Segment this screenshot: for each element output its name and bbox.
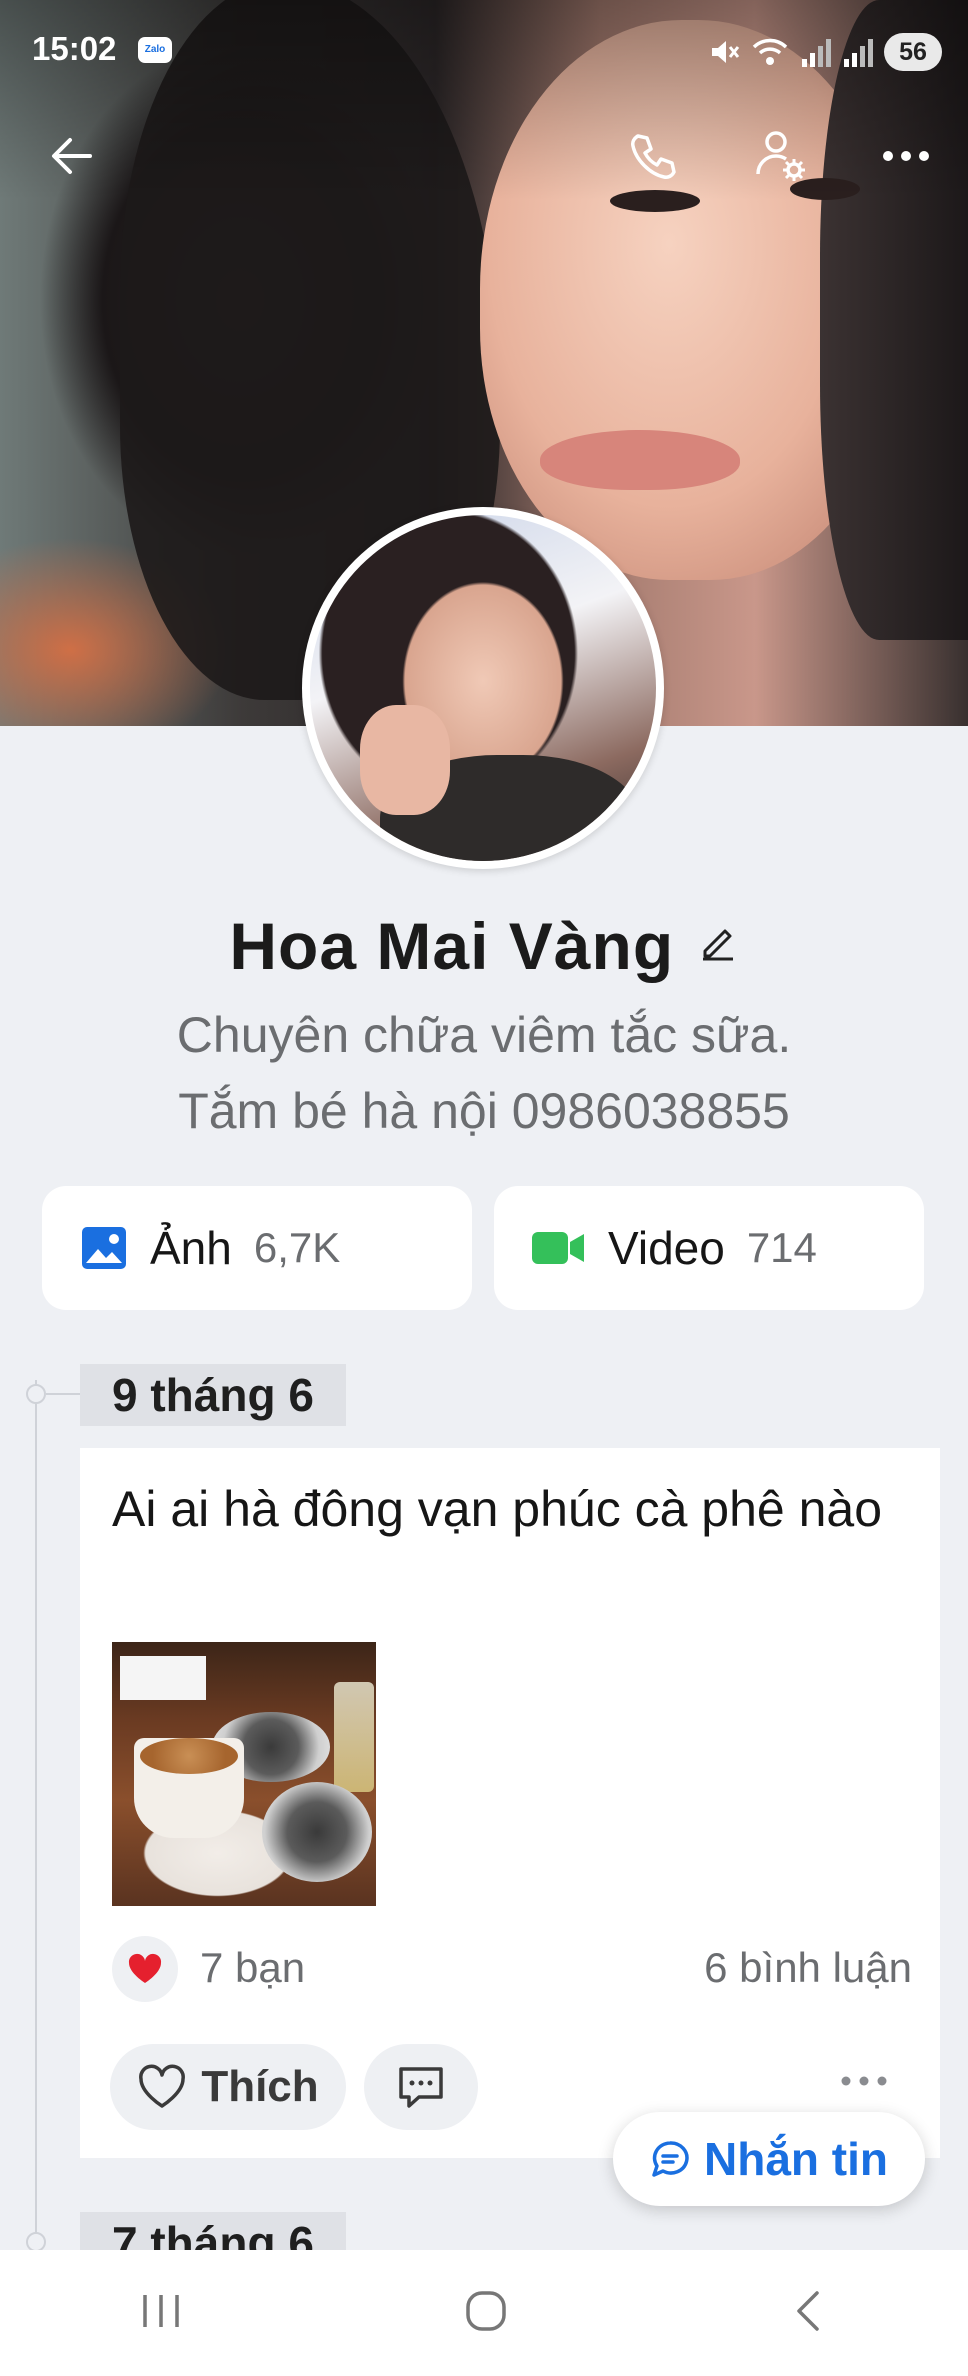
bio-line-1: Chuyên chữa viêm tắc sữa. [176, 1007, 792, 1063]
recent-apps-icon [143, 2294, 180, 2327]
videos-label: Video [608, 1222, 725, 1274]
videos-count: 714 [746, 1224, 817, 1271]
chevron-left-icon [796, 2290, 819, 2331]
user-gear-icon [756, 131, 805, 181]
message-button[interactable]: Nhắn tin [613, 2112, 925, 2206]
comment-button[interactable] [364, 2044, 478, 2130]
more-horizontal-icon [883, 151, 929, 161]
phone-icon [631, 134, 676, 179]
reactions-row: 7 bạn 6 bình luận [112, 1934, 912, 2004]
heart-filled-icon [128, 1953, 162, 1983]
cover-top-shade [0, 0, 968, 200]
reaction-bubble[interactable] [112, 1936, 178, 2002]
photo-coffee-foam [140, 1738, 238, 1774]
profile-name: Hoa Mai Vàng [229, 909, 675, 983]
photo-glass-shape [334, 1682, 374, 1792]
battery-indicator: 56 [884, 33, 942, 71]
post-more-button[interactable] [840, 2074, 888, 2092]
post-date-chip: 9 tháng 6 [80, 1364, 346, 1426]
like-button[interactable]: Thích [110, 2044, 346, 2130]
wifi-icon [752, 38, 788, 65]
avatar-photo [310, 515, 656, 861]
system-back-button[interactable] [789, 2287, 829, 2340]
home-button[interactable] [462, 2287, 510, 2340]
signal-icon-1 [802, 39, 831, 67]
photo-bowl-shape [262, 1782, 372, 1882]
videos-card[interactable]: Video 714 [494, 1186, 924, 1310]
arrow-left-icon [52, 138, 92, 174]
bio-line-2: Tắm bé hà nội 0986038855 [178, 1083, 790, 1139]
recent-apps-button[interactable] [139, 2291, 183, 2336]
edit-pencil-icon[interactable] [697, 921, 739, 963]
timeline-dot [26, 1384, 46, 1404]
comment-count[interactable]: 6 bình luận [704, 1944, 912, 1992]
home-icon [466, 2290, 506, 2331]
status-time: 15:02 [32, 30, 117, 67]
chat-bubble-icon [652, 2141, 689, 2177]
post-text: Ai ai hà đông vạn phúc cà phê nào [112, 1481, 883, 1537]
heart-outline-icon [139, 2064, 186, 2108]
reaction-count[interactable]: 7 bạn [200, 1944, 305, 1992]
message-label: Nhắn tin [704, 2133, 888, 2185]
signal-icon-2 [844, 39, 873, 67]
photo-napkin-shape [120, 1656, 206, 1700]
post-photo[interactable] [112, 1642, 376, 1906]
comment-bubble-icon [399, 2067, 443, 2108]
timeline-post[interactable]: Ai ai hà đông vạn phúc cà phê nào 7 bạn … [80, 1448, 940, 2158]
profile-name-row: Hoa Mai Vàng [0, 908, 968, 984]
photos-label: Ảnh [150, 1222, 232, 1274]
call-button[interactable] [622, 124, 686, 188]
status-icons: 56 [706, 32, 942, 72]
system-nav-bar [0, 2250, 968, 2376]
photos-count: 6,7K [253, 1224, 341, 1271]
timeline-dot [26, 2232, 46, 2252]
avatar-hand-shape [360, 705, 450, 815]
cover-lips [540, 430, 740, 490]
zalo-notification-icon: Zalo [138, 37, 172, 63]
like-label: Thích [201, 2062, 319, 2111]
more-horizontal-icon [841, 2076, 887, 2086]
profile-settings-button[interactable] [748, 124, 812, 188]
video-camera-icon [532, 1232, 584, 1264]
back-button[interactable] [40, 124, 104, 188]
photos-card[interactable]: Ảnh 6,7K [42, 1186, 472, 1310]
profile-avatar[interactable] [302, 507, 664, 869]
timeline-line [35, 1380, 37, 2280]
image-icon [82, 1227, 126, 1269]
mute-icon [712, 41, 740, 63]
more-button[interactable] [874, 124, 938, 188]
